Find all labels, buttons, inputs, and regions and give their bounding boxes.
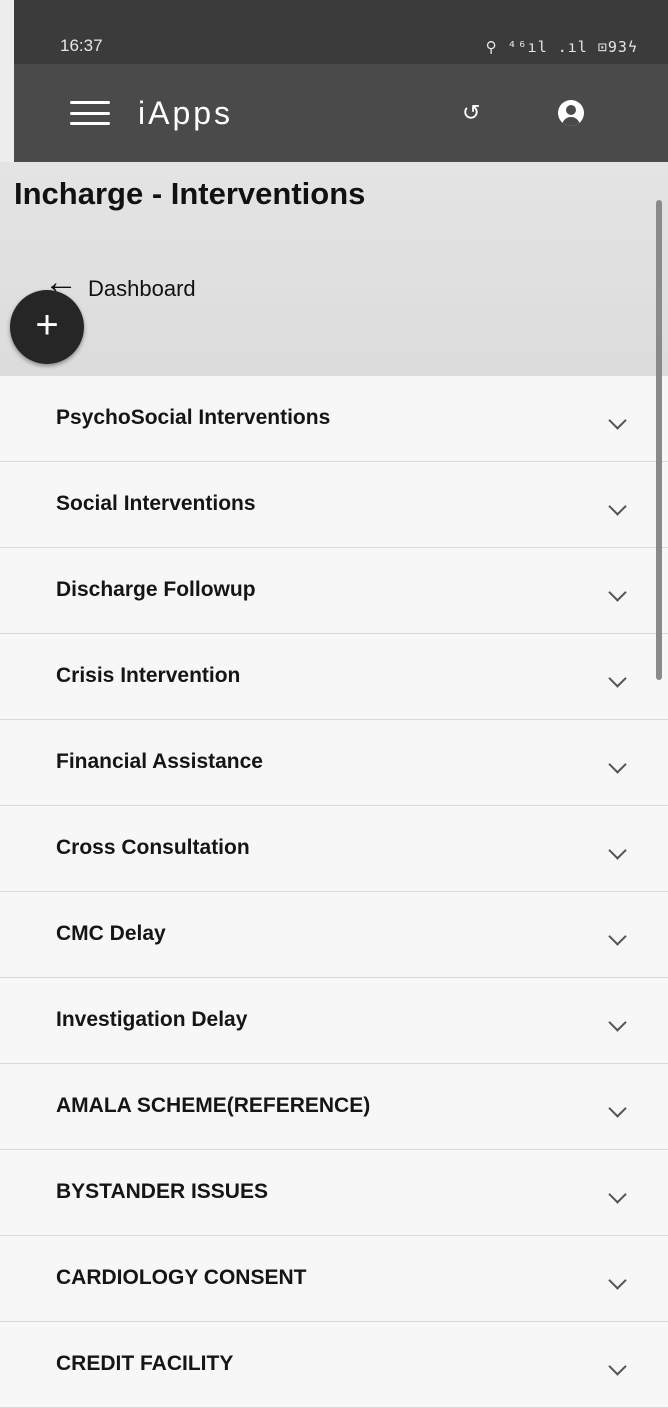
list-item-label: Cross Consultation bbox=[56, 836, 250, 859]
list-item-label: AMALA SCHEME(REFERENCE) bbox=[56, 1094, 371, 1117]
chevron-down-icon bbox=[608, 755, 627, 774]
list-item-label: Investigation Delay bbox=[56, 1008, 248, 1031]
chevron-down-icon bbox=[608, 1271, 627, 1290]
list-item[interactable]: Investigation Delay bbox=[0, 978, 668, 1064]
chevron-down-icon bbox=[608, 927, 627, 946]
list-item-label: CREDIT FACILITY bbox=[56, 1352, 234, 1375]
chevron-down-icon bbox=[608, 583, 627, 602]
chevron-down-icon bbox=[608, 411, 627, 430]
list-item[interactable]: Social Interventions bbox=[0, 462, 668, 548]
add-button[interactable]: + bbox=[10, 290, 84, 364]
list-item[interactable]: BYSTANDER ISSUES bbox=[0, 1150, 668, 1236]
list-item[interactable]: Discharge Followup bbox=[0, 548, 668, 634]
list-item[interactable]: CARDIOLOGY CONSENT bbox=[0, 1236, 668, 1322]
chevron-down-icon bbox=[608, 1013, 627, 1032]
list-item-label: BYSTANDER ISSUES bbox=[56, 1180, 268, 1203]
list-item-label: PsychoSocial Interventions bbox=[56, 406, 331, 429]
chevron-down-icon bbox=[608, 1185, 627, 1204]
list-item-label: Financial Assistance bbox=[56, 750, 263, 773]
list-item[interactable]: PsychoSocial Interventions bbox=[0, 376, 668, 462]
list-item[interactable]: CREDIT FACILITY bbox=[0, 1322, 668, 1408]
chevron-down-icon bbox=[608, 669, 627, 688]
status-time: 16:37 bbox=[60, 36, 103, 55]
status-indicators: ⚲ ⁴⁶ıl .ıl ⊡93ϟ bbox=[485, 38, 638, 56]
chevron-down-icon bbox=[608, 841, 627, 860]
interventions-list: PsychoSocial Interventions Social Interv… bbox=[0, 376, 668, 1408]
list-item[interactable]: AMALA SCHEME(REFERENCE) bbox=[0, 1064, 668, 1150]
list-item-label: Social Interventions bbox=[56, 492, 256, 515]
list-item-label: Discharge Followup bbox=[56, 578, 256, 601]
chevron-down-icon bbox=[608, 497, 627, 516]
chevron-down-icon bbox=[608, 1357, 627, 1376]
list-item[interactable]: Crisis Intervention bbox=[0, 634, 668, 720]
list-item[interactable]: CMC Delay bbox=[0, 892, 668, 978]
account-icon[interactable] bbox=[558, 100, 584, 126]
refresh-icon[interactable]: ↻ bbox=[462, 100, 480, 126]
list-item[interactable]: Financial Assistance bbox=[0, 720, 668, 806]
status-bar: 16:37 ⚲ ⁴⁶ıl .ıl ⊡93ϟ bbox=[14, 0, 668, 64]
menu-icon[interactable] bbox=[70, 101, 110, 125]
list-item[interactable]: Cross Consultation bbox=[0, 806, 668, 892]
list-item-label: CMC Delay bbox=[56, 922, 166, 945]
list-item-label: CARDIOLOGY CONSENT bbox=[56, 1266, 307, 1289]
chevron-down-icon bbox=[608, 1099, 627, 1118]
app-bar: iApps ↻ bbox=[14, 64, 668, 162]
scrollbar[interactable] bbox=[656, 200, 662, 680]
list-item-label: Crisis Intervention bbox=[56, 664, 241, 687]
page-title: Incharge - Interventions bbox=[14, 176, 366, 211]
app-title: iApps bbox=[138, 94, 234, 131]
back-label: Dashboard bbox=[88, 276, 196, 301]
